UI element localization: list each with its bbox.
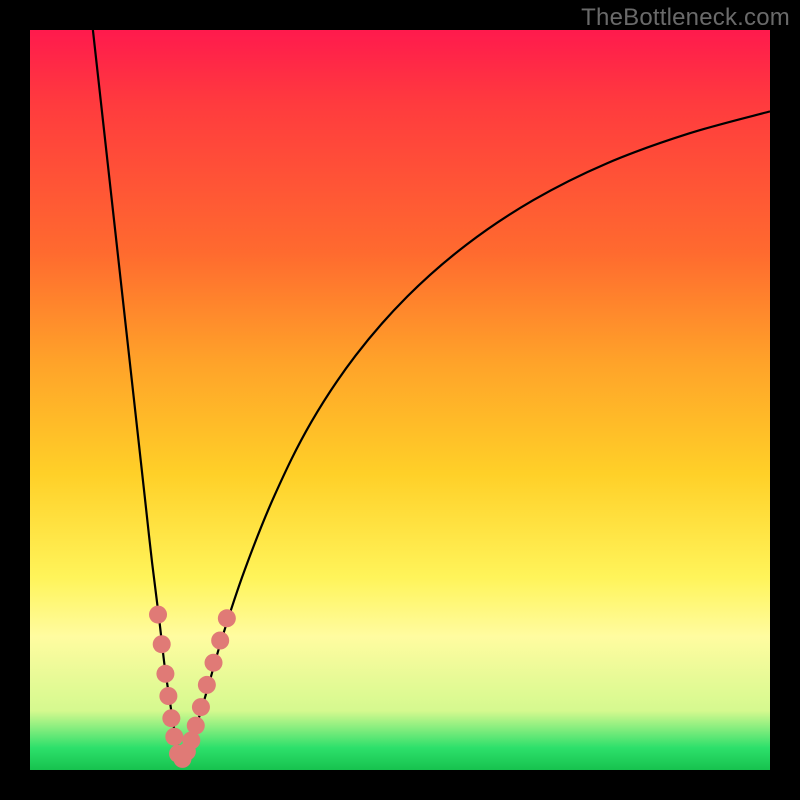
data-marker — [149, 606, 167, 624]
data-marker — [162, 709, 180, 727]
watermark-text: TheBottleneck.com — [581, 4, 790, 32]
data-marker — [159, 687, 177, 705]
data-marker — [156, 665, 174, 683]
curve-layer — [30, 30, 770, 770]
data-markers — [149, 606, 236, 768]
left-branch-curve — [93, 30, 182, 763]
plot-area — [30, 30, 770, 770]
data-marker — [192, 698, 210, 716]
chart-frame: TheBottleneck.com — [0, 0, 800, 800]
data-marker — [218, 609, 236, 627]
data-marker — [187, 717, 205, 735]
data-marker — [165, 728, 183, 746]
data-marker — [153, 635, 171, 653]
data-marker — [211, 632, 229, 650]
right-branch-curve — [182, 111, 770, 762]
data-marker — [205, 654, 223, 672]
data-marker — [198, 676, 216, 694]
